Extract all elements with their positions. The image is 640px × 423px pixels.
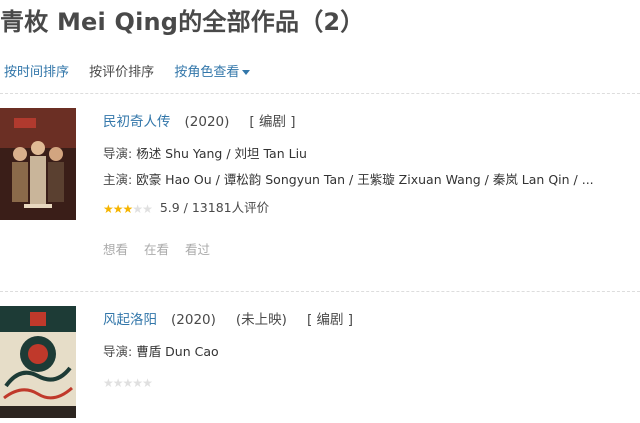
work-poster[interactable] xyxy=(0,306,76,418)
want-to-watch-button[interactable]: 想看 xyxy=(103,242,128,257)
work-role-tag: [ 编剧 ] xyxy=(306,312,354,328)
star-empty-icon: ★ xyxy=(112,375,124,390)
sort-by-time-link[interactable]: 按时间排序 xyxy=(4,65,69,80)
divider xyxy=(0,291,640,292)
cast-line: 主演: 欧豪 Hao Ou / 谭松韵 Songyun Tan / 王紫璇 Zi… xyxy=(103,169,594,188)
rating-text: 5.9 / 13181人评价 xyxy=(159,200,270,215)
director-line: 导演: 曹盾 Dun Cao xyxy=(103,341,353,360)
star-filled-icon: ★ xyxy=(112,201,124,216)
star-empty-icon: ★ xyxy=(132,201,143,216)
cast-names: 欧豪 Hao Ou / 谭松韵 Songyun Tan / 王紫璇 Zixuan… xyxy=(136,172,594,187)
work-year: (2020) xyxy=(184,114,230,130)
star-filled-icon: ★ xyxy=(103,201,114,216)
work-actions: 想看 在看 看过 xyxy=(103,239,594,258)
work-year: (2020) xyxy=(171,312,216,328)
sort-by-rating-link[interactable]: 按评价排序 xyxy=(89,65,154,80)
watching-button[interactable]: 在看 xyxy=(144,242,169,257)
work-info: 风起洛阳 (2020) (未上映)[ 编剧 ] 导演: 曹盾 Dun Cao ★★★… xyxy=(103,308,353,390)
work-title-line: 风起洛阳 (2020) (未上映) [ 编剧 ] xyxy=(103,308,353,328)
star-empty-icon: ★ xyxy=(132,375,143,390)
work-title-line: 民初奇人传 (2020) [ 编剧 ] xyxy=(103,110,594,130)
director-label: 导演: xyxy=(103,344,133,359)
rating-stars-icon: ★★★★★ xyxy=(103,375,153,390)
cast-label: 主演: xyxy=(103,172,133,187)
work-status-tag: (未上映) xyxy=(235,312,287,328)
star-empty-icon: ★ xyxy=(142,201,153,216)
director-line: 导演: 杨述 Shu Yang / 刘坦 Tan Liu xyxy=(103,143,594,162)
view-by-role-dropdown[interactable]: 按角色查看 xyxy=(174,65,251,80)
rating-stars-icon: ★★★★★ xyxy=(103,201,153,216)
chevron-down-icon xyxy=(242,70,251,75)
page-title: 青枚 Mei Qing的全部作品（2） xyxy=(0,8,365,36)
director-label: 导演: xyxy=(103,146,133,161)
star-empty-icon: ★ xyxy=(103,375,114,390)
rating-line: ★★★★★ 5.9 / 13181人评价 xyxy=(103,197,594,216)
watched-button[interactable]: 看过 xyxy=(185,242,210,257)
director-names: 曹盾 Dun Cao xyxy=(136,344,219,359)
star-empty-icon: ★ xyxy=(142,375,153,390)
work-title-link[interactable]: 民初奇人传 xyxy=(103,114,171,130)
divider xyxy=(0,93,640,94)
star-filled-icon: ★ xyxy=(122,201,134,216)
director-names: 杨述 Shu Yang / 刘坦 Tan Liu xyxy=(136,146,307,161)
work-title-link[interactable]: 风起洛阳 xyxy=(103,312,157,328)
view-by-role-label: 按角色查看 xyxy=(174,65,240,80)
sort-bar: 按时间排序 按评价排序 按角色查看 xyxy=(4,61,266,80)
rating-line: ★★★★★ xyxy=(103,374,353,390)
work-poster[interactable] xyxy=(0,108,76,220)
star-empty-icon: ★ xyxy=(122,375,134,390)
work-info: 民初奇人传 (2020) [ 编剧 ] 导演: 杨述 Shu Yang / 刘坦 T… xyxy=(103,110,594,258)
work-role-tag: [ 编剧 ] xyxy=(249,114,296,130)
